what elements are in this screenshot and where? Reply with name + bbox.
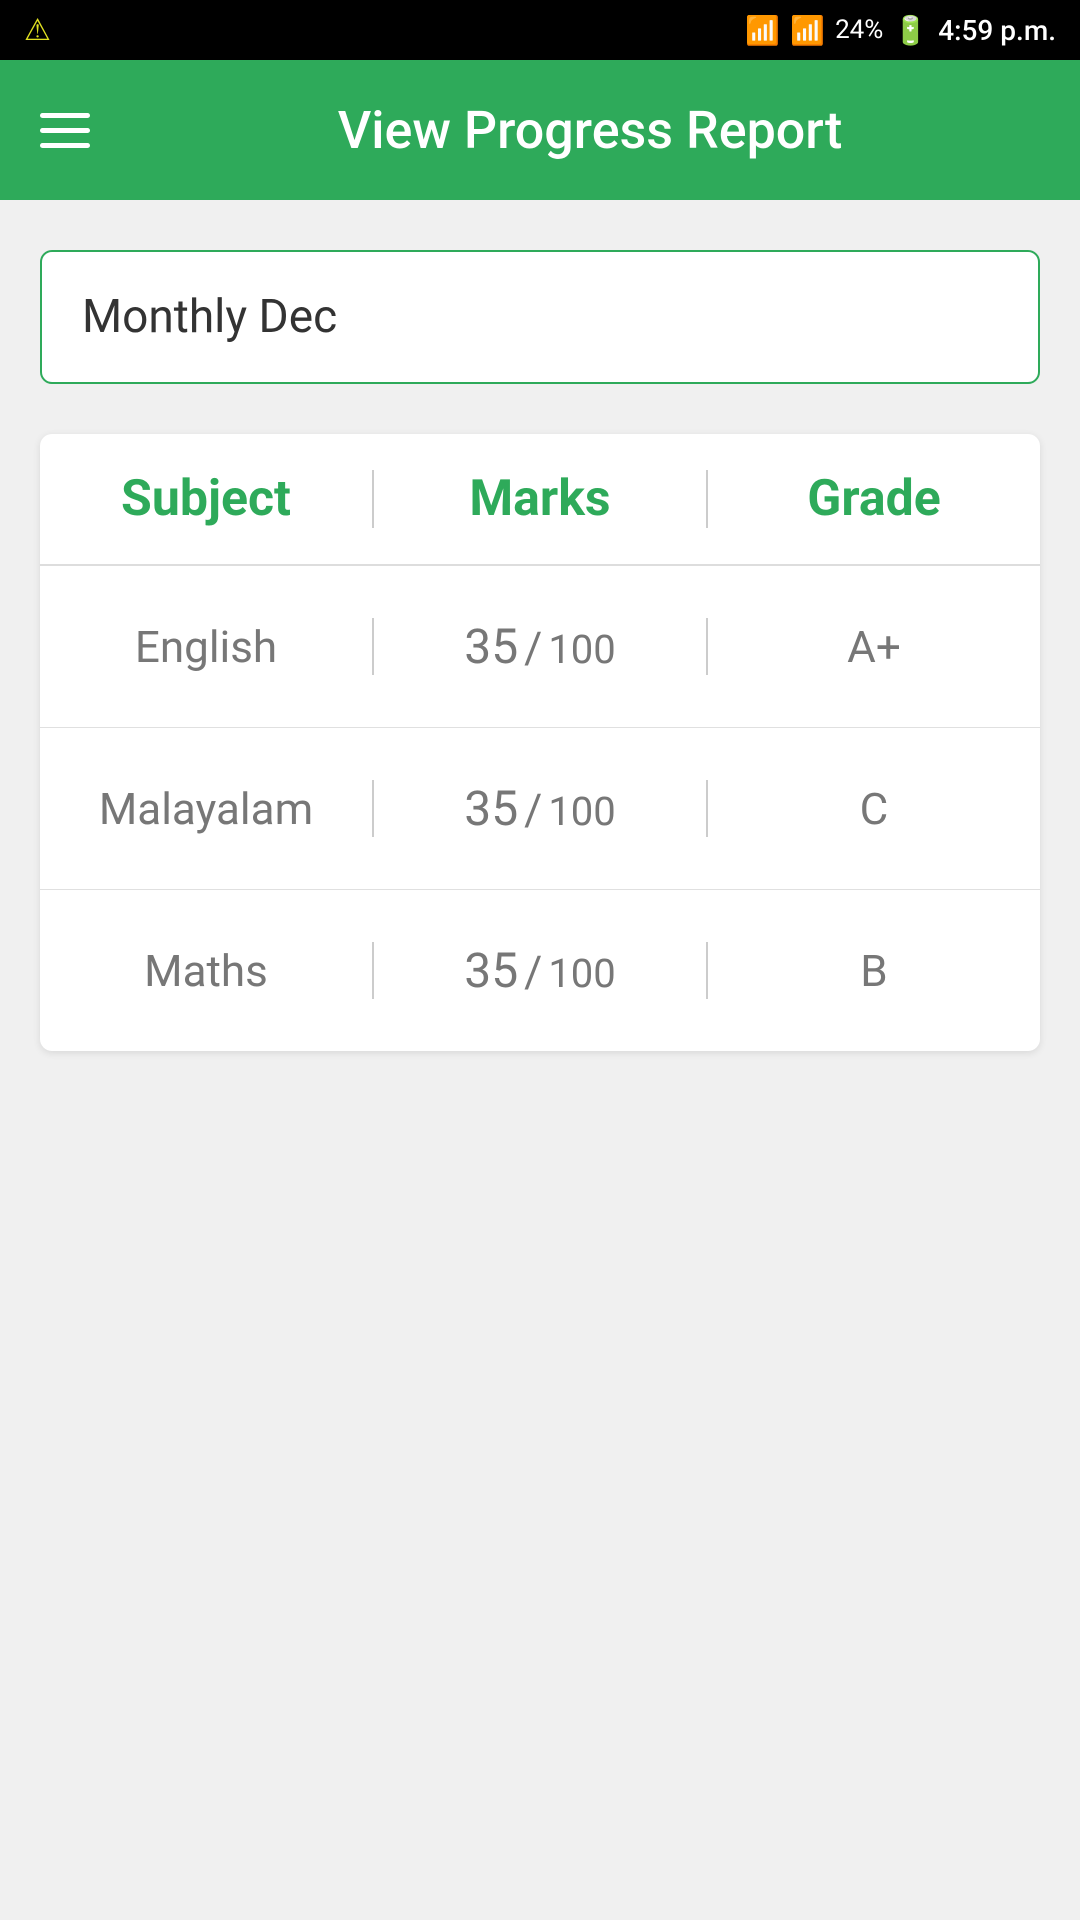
- table-row: Maths 35 / 100 B: [40, 890, 1040, 1051]
- marks-english: 35 / 100: [374, 618, 708, 675]
- status-bar-left: ⚠: [24, 13, 51, 48]
- status-time: 4:59 p.m.: [938, 14, 1056, 47]
- marks-malayalam: 35 / 100: [374, 780, 708, 837]
- menu-line-3: [40, 143, 90, 148]
- selector-value: Monthly Dec: [82, 290, 337, 344]
- subject-malayalam: Malayalam: [40, 780, 374, 837]
- header-subject: Subject: [40, 470, 374, 528]
- page-title: View Progress Report: [140, 100, 1040, 161]
- table-row: Malayalam 35 / 100 C: [40, 728, 1040, 890]
- menu-line-1: [40, 113, 90, 118]
- table-header: Subject Marks Grade: [40, 434, 1040, 566]
- report-selector[interactable]: Monthly Dec: [40, 250, 1040, 384]
- subject-maths: Maths: [40, 942, 374, 999]
- status-bar: ⚠ 📶 📶 24% 🔋 4:59 p.m.: [0, 0, 1080, 60]
- warning-icon: ⚠: [24, 13, 51, 48]
- app-bar: View Progress Report: [0, 60, 1080, 200]
- report-table: Subject Marks Grade English 35 / 100: [40, 434, 1040, 1051]
- battery-text: 24%: [835, 15, 883, 45]
- grade-english: A+: [708, 618, 1040, 675]
- header-grade: Grade: [708, 470, 1040, 528]
- main-content: Monthly Dec Subject Marks Grade English …: [0, 200, 1080, 1101]
- marks-display: 35 / 100: [464, 618, 616, 675]
- signal-icon: 📶: [790, 14, 825, 47]
- menu-button[interactable]: [40, 113, 90, 148]
- grade-malayalam: C: [708, 780, 1040, 837]
- table-row: English 35 / 100 A+: [40, 566, 1040, 728]
- subject-english: English: [40, 618, 374, 675]
- grade-maths: B: [708, 942, 1040, 999]
- battery-icon: 🔋: [893, 14, 928, 47]
- status-bar-right: 📶 📶 24% 🔋 4:59 p.m.: [745, 14, 1056, 47]
- marks-maths: 35 / 100: [374, 942, 708, 999]
- menu-line-2: [40, 128, 90, 133]
- wifi-icon: 📶: [745, 14, 780, 47]
- marks-display: 35 / 100: [464, 942, 616, 999]
- header-marks: Marks: [374, 470, 708, 528]
- marks-display: 35 / 100: [464, 780, 616, 837]
